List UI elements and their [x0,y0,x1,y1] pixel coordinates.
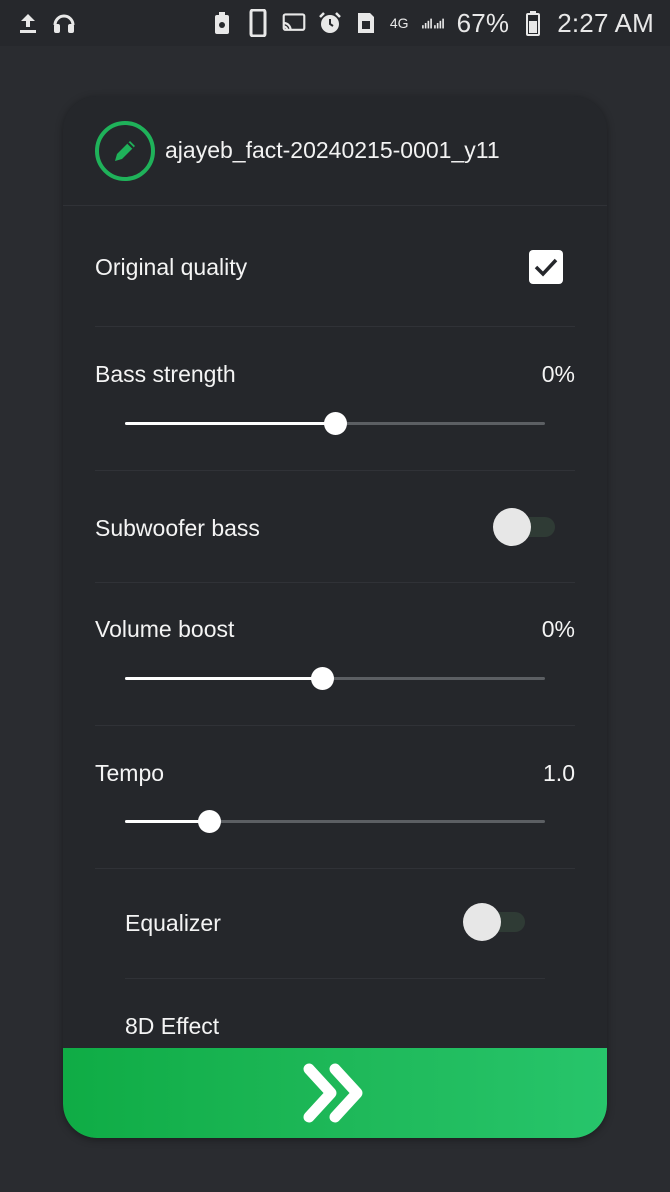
double-chevron-right-icon [303,1063,363,1123]
clock: 2:27 AM [557,7,654,38]
original-quality-checkbox[interactable] [529,250,563,284]
effect-8d-row[interactable]: 8D Effect [125,1013,545,1043]
pencil-icon[interactable] [95,120,155,181]
cast-icon [282,11,306,35]
equalizer-label: Equalizer [125,910,221,936]
subwoofer-bass-row[interactable]: Subwoofer bass [95,508,575,551]
upload-icon [16,11,40,35]
volume-boost-fill [125,677,322,680]
tempo-slider[interactable] [125,810,545,833]
bass-strength-thumb[interactable] [324,412,347,435]
effect-8d-label: 8D Effect [125,1013,220,1039]
checkmark-icon [534,258,558,277]
headphones-icon [52,11,76,35]
divider [95,725,575,726]
dialog-header: ajayeb_fact-20240215-0001_y11 [63,96,607,206]
status-bar: 4G 67% 2:27 AM [0,0,670,46]
divider [95,470,575,471]
divider [125,978,545,979]
subwoofer-bass-switch[interactable] [493,507,557,547]
divider [95,868,575,869]
signal-icon [421,11,445,35]
volume-boost-value: 0% [541,616,575,642]
switch-thumb [493,508,531,546]
phone-icon [246,9,270,37]
battery-percent: 67% [456,7,510,38]
volume-boost-label: Volume boost [95,616,235,642]
file-name: ajayeb_fact-20240215-0001_y11 [165,137,500,163]
audio-options-dialog: ajayeb_fact-20240215-0001_y11 Original q… [63,96,607,1138]
divider [95,326,575,327]
divider [95,582,575,583]
bass-strength-value: 0% [541,361,575,387]
bass-strength-header: Bass strength 0% [95,361,575,391]
network-type: 4G [389,15,409,31]
bass-strength-label: Bass strength [95,361,236,387]
volume-boost-header: Volume boost 0% [95,616,575,646]
original-quality-row[interactable]: Original quality [95,246,575,286]
equalizer-row[interactable]: Equalizer [125,903,545,946]
original-quality-label: Original quality [95,254,248,280]
bass-strength-fill [125,422,335,425]
tempo-header: Tempo 1.0 [95,760,575,790]
tempo-value: 1.0 [543,760,575,786]
switch-thumb [463,903,501,941]
status-right: 4G 67% 2:27 AM [210,8,654,39]
battery-icon [521,11,545,36]
tempo-thumb[interactable] [198,810,221,833]
tempo-label: Tempo [95,760,165,786]
alarm-icon [318,11,342,35]
volume-boost-slider[interactable] [125,667,545,690]
equalizer-switch[interactable] [463,902,527,942]
battery-saver-icon [210,11,234,35]
proceed-button[interactable] [63,1048,607,1138]
subwoofer-bass-label: Subwoofer bass [95,515,260,541]
sim-icon [354,11,378,35]
tempo-fill [125,820,209,823]
volume-boost-thumb[interactable] [311,667,334,690]
status-left [16,11,76,35]
bass-strength-slider[interactable] [125,412,545,435]
